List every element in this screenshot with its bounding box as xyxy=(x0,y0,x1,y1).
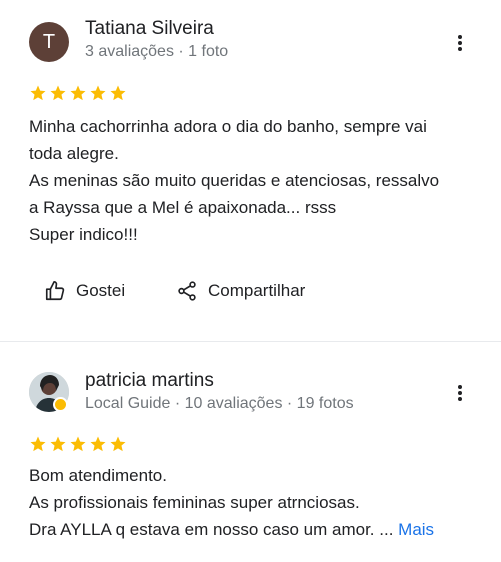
review-card: T Tatiana Silveira 3 avaliações · 1 foto… xyxy=(0,0,501,341)
local-guide-badge-icon xyxy=(53,397,68,412)
reviewer-meta: 3 avaliações · 1 foto xyxy=(85,43,229,60)
review-text-line: As profissionais femininas super atrncio… xyxy=(29,493,360,512)
like-button[interactable]: Gostei xyxy=(44,277,125,305)
avatar[interactable]: T xyxy=(29,22,69,62)
star-icon xyxy=(90,436,106,452)
review-text: Bom atendimento. As profissionais femini… xyxy=(29,462,489,543)
reviewer-name[interactable]: Tatiana Silveira xyxy=(85,18,214,40)
star-rating xyxy=(29,435,127,453)
review-text-line: Super indico!!! xyxy=(29,225,138,244)
star-rating xyxy=(29,84,127,102)
review-text-line: toda alegre. xyxy=(29,144,119,163)
star-icon xyxy=(50,85,66,101)
star-icon xyxy=(90,85,106,101)
star-icon xyxy=(30,436,46,452)
reviewer-meta: Local Guide · 10 avaliações · 19 fotos xyxy=(85,395,354,412)
review-text-line: Bom atendimento. xyxy=(29,466,167,485)
avatar-letter: T xyxy=(42,30,56,53)
reviewer-name[interactable]: patricia martins xyxy=(85,370,214,392)
star-icon xyxy=(70,85,86,101)
star-icon xyxy=(110,436,126,452)
star-icon xyxy=(50,436,66,452)
share-label: Compartilhar xyxy=(208,281,306,300)
review-text-line: a Rayssa que a Mel é apaixonada... rsss xyxy=(29,198,337,217)
review-card: patricia martins Local Guide · 10 avalia… xyxy=(0,342,501,562)
star-icon xyxy=(70,436,86,452)
review-text-line-content: Dra AYLLA q estava em nosso caso um amor… xyxy=(29,520,394,539)
review-text-line: As meninas são muito queridas e atencios… xyxy=(29,171,440,190)
like-label: Gostei xyxy=(76,281,126,300)
review-text-line: Dra AYLLA q estava em nosso caso um amor… xyxy=(29,516,489,543)
star-icon xyxy=(110,85,126,101)
star-icon xyxy=(30,85,46,101)
share-button[interactable]: Compartilhar xyxy=(176,277,305,305)
review-text-line: Minha cachorrinha adora o dia do banho, … xyxy=(29,117,427,136)
more-options-icon[interactable] xyxy=(452,33,468,53)
more-link[interactable]: Mais xyxy=(398,520,434,539)
share-icon xyxy=(178,281,196,301)
more-options-icon[interactable] xyxy=(452,383,468,403)
review-text: Minha cachorrinha adora o dia do banho, … xyxy=(29,113,489,248)
thumb-up-icon xyxy=(45,281,65,301)
